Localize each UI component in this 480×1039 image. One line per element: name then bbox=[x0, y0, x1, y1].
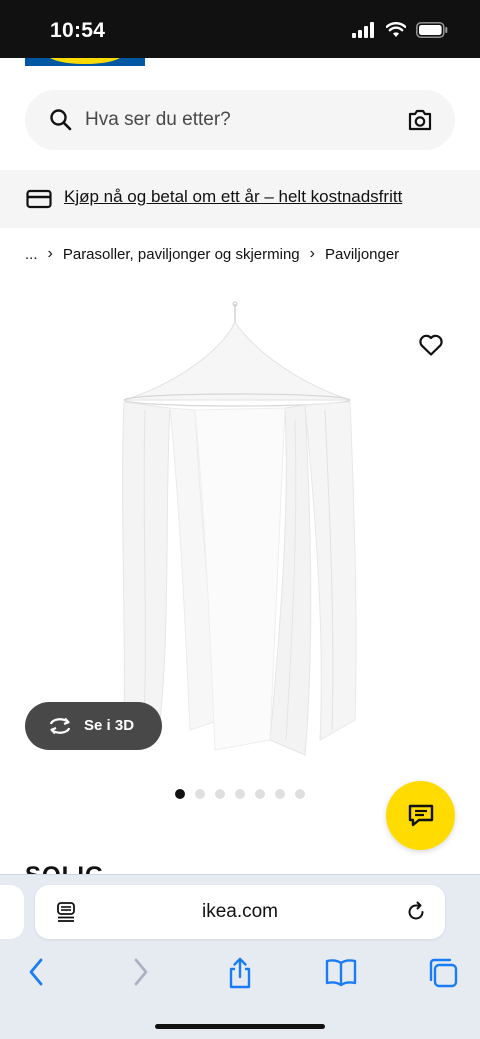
share-icon[interactable] bbox=[227, 957, 253, 989]
chevron-right-icon: › bbox=[309, 245, 315, 262]
card-icon bbox=[26, 189, 52, 209]
view-3d-label: Se i 3D bbox=[84, 717, 135, 734]
ikea-logo[interactable] bbox=[25, 58, 145, 66]
search-input[interactable]: Hva ser du etter? bbox=[85, 109, 231, 131]
carousel-dot[interactable] bbox=[255, 789, 265, 799]
bookmarks-icon[interactable] bbox=[325, 957, 357, 987]
url-text: ikea.com bbox=[201, 901, 279, 922]
chevron-right-icon: › bbox=[47, 245, 53, 262]
signal-icon bbox=[352, 22, 374, 38]
status-bar: 10:54 bbox=[0, 0, 480, 58]
status-icons bbox=[352, 22, 448, 38]
promo-banner[interactable]: Kjøp nå og betal om ett år – helt kostna… bbox=[0, 170, 480, 228]
reload-icon[interactable] bbox=[405, 901, 427, 923]
forward-icon[interactable] bbox=[128, 957, 152, 987]
wifi-icon bbox=[386, 22, 406, 37]
status-time: 10:54 bbox=[50, 19, 106, 42]
promo-link[interactable]: Kjøp nå og betal om ett år – helt kostna… bbox=[64, 187, 402, 207]
carousel-dot[interactable] bbox=[235, 789, 245, 799]
previous-tab-peek[interactable] bbox=[0, 885, 24, 939]
browser-nav-toolbar bbox=[0, 957, 480, 997]
breadcrumb-item-parasoller[interactable]: Parasoller, paviljonger og skjerming bbox=[63, 246, 300, 263]
browser-toolbar: ikea.com bbox=[0, 874, 480, 1039]
carousel-dot[interactable] bbox=[175, 789, 185, 799]
view-3d-button[interactable]: Se i 3D bbox=[25, 702, 162, 750]
tabs-icon[interactable] bbox=[427, 957, 459, 989]
heart-icon[interactable] bbox=[418, 333, 444, 357]
breadcrumb: ... › Parasoller, paviljonger og skjermi… bbox=[25, 244, 399, 264]
product-image[interactable] bbox=[110, 300, 370, 770]
back-icon[interactable] bbox=[25, 957, 49, 987]
chat-icon bbox=[408, 804, 434, 827]
search-bar[interactable]: Hva ser du etter? bbox=[25, 90, 455, 150]
chat-button[interactable] bbox=[386, 781, 455, 850]
carousel-dot[interactable] bbox=[195, 789, 205, 799]
carousel-dot[interactable] bbox=[295, 789, 305, 799]
breadcrumb-item-ellipsis[interactable]: ... bbox=[25, 246, 38, 263]
carousel-dot[interactable] bbox=[215, 789, 225, 799]
home-indicator bbox=[155, 1024, 325, 1029]
carousel-dots[interactable] bbox=[175, 789, 305, 799]
battery-icon bbox=[416, 22, 448, 38]
carousel-dot[interactable] bbox=[275, 789, 285, 799]
search-icon bbox=[50, 109, 72, 131]
breadcrumb-item-paviljonger[interactable]: Paviljonger bbox=[325, 246, 399, 263]
rotate-3d-icon bbox=[49, 717, 71, 735]
address-bar[interactable]: ikea.com bbox=[35, 885, 445, 939]
camera-icon[interactable] bbox=[407, 108, 433, 132]
